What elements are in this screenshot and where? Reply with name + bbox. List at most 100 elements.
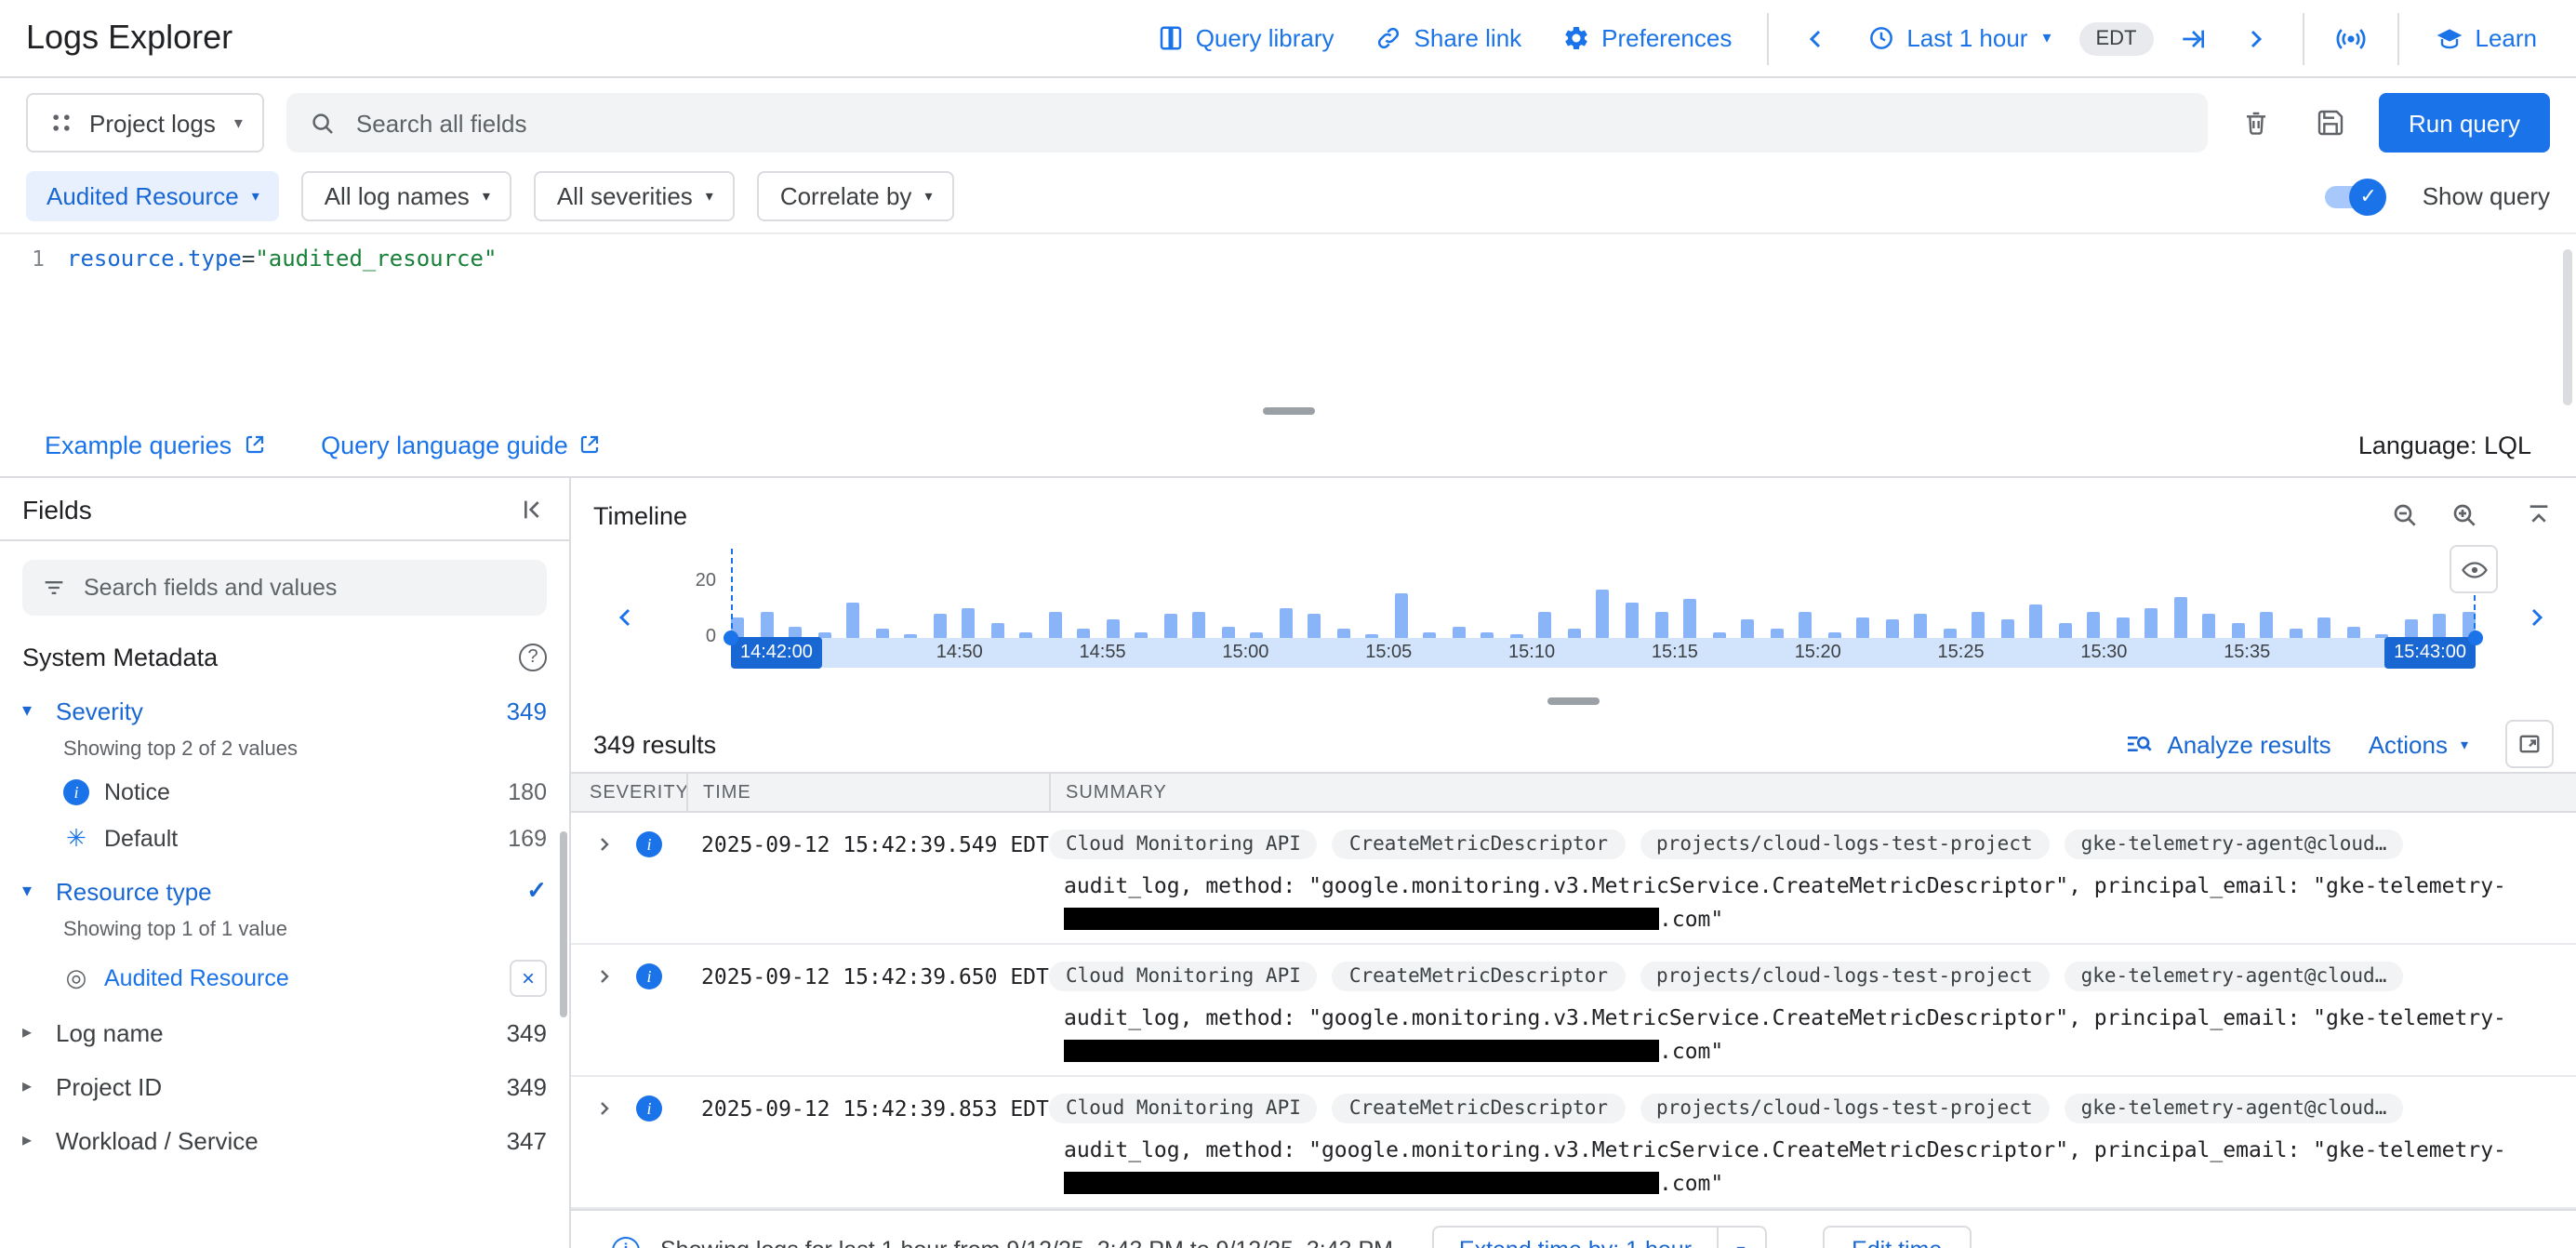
summary-chip[interactable]: Cloud Monitoring API [1049, 830, 1318, 859]
histogram-bar[interactable] [933, 614, 946, 638]
summary-chip[interactable]: CreateMetricDescriptor [1333, 1094, 1625, 1123]
histogram-bar[interactable] [2029, 604, 2042, 638]
histogram-bar[interactable] [1337, 629, 1350, 638]
field-group-resource-type[interactable]: ▾Resource type✓ [0, 863, 569, 919]
preferences-button[interactable]: Preferences [1549, 12, 1745, 64]
log-row[interactable]: i2025-09-12 15:42:39.549 EDTCloud Monito… [571, 813, 2576, 945]
expand-results-button[interactable] [2505, 720, 2554, 768]
learn-button[interactable]: Learn [2422, 12, 2551, 64]
remove-filter-button[interactable]: × [510, 960, 547, 997]
histogram-bar[interactable] [1222, 627, 1235, 638]
histogram-bar[interactable] [2058, 623, 2071, 638]
summary-chip[interactable]: CreateMetricDescriptor [1333, 962, 1625, 991]
column-header-severity[interactable]: SEVERITY [571, 774, 686, 811]
range-start-chip[interactable]: 14:42:00 [731, 637, 822, 669]
histogram-bar[interactable] [1048, 612, 1061, 638]
histogram-bar[interactable] [760, 612, 773, 638]
histogram-bar[interactable] [1626, 603, 1639, 638]
collapse-fields-panel-button[interactable] [517, 494, 547, 524]
summary-chip[interactable]: gke-telemetry-agent@cloud… [2065, 962, 2404, 991]
run-query-button[interactable]: Run query [2379, 93, 2550, 153]
field-value-audited-resource[interactable]: ◎Audited Resource× [0, 950, 569, 1006]
timeline-axis-band[interactable]: 14:42:00 15:43:00 14:5014:5515:0015:0515… [731, 638, 2476, 668]
summary-chip[interactable]: gke-telemetry-agent@cloud… [2065, 1094, 2404, 1123]
timeline-resize-handle[interactable] [1547, 697, 1600, 705]
histogram-bar[interactable] [1885, 619, 1898, 638]
time-back-button[interactable] [1791, 14, 1839, 62]
editor-resize-handle[interactable] [1262, 407, 1314, 415]
field-value-notice[interactable]: iNotice180 [0, 770, 569, 815]
fields-search-input[interactable]: Search fields and values [22, 560, 547, 616]
summary-chip[interactable]: projects/cloud-logs-test-project [1640, 830, 2050, 859]
histogram-bar[interactable] [1568, 629, 1581, 638]
selection-end-handle[interactable] [2468, 631, 2483, 645]
histogram-bar[interactable] [2434, 614, 2447, 638]
summary-chip[interactable]: gke-telemetry-agent@cloud… [2065, 830, 2404, 859]
log-row[interactable]: i2025-09-12 15:42:39.650 EDTCloud Monito… [571, 945, 2576, 1077]
histogram-bar[interactable] [1972, 612, 1985, 638]
histogram-bar[interactable] [2087, 612, 2100, 638]
severity-filter-chip[interactable]: All severities▾ [535, 171, 736, 221]
expand-row-icon[interactable] [593, 1097, 616, 1120]
histogram-bar[interactable] [2261, 612, 2274, 638]
histogram-bar[interactable] [2290, 629, 2303, 638]
extend-time-dropdown[interactable]: ▾ [1716, 1228, 1764, 1248]
expand-row-icon[interactable] [593, 965, 616, 988]
summary-chip[interactable]: projects/cloud-logs-test-project [1640, 1094, 2050, 1123]
column-header-summary[interactable]: SUMMARY [1049, 774, 2576, 811]
histogram-bar[interactable] [2232, 623, 2245, 638]
timeline-pan-left-button[interactable] [604, 597, 645, 638]
summary-chip[interactable]: projects/cloud-logs-test-project [1640, 962, 2050, 991]
preview-visibility-button[interactable] [2450, 545, 2498, 593]
histogram-bar[interactable] [1308, 614, 1321, 638]
selection-start-line[interactable] [731, 549, 733, 638]
histogram-bar[interactable] [1280, 608, 1293, 638]
query-editor[interactable]: 1 resource.type="audited_resource" [0, 232, 2576, 418]
stream-logs-button[interactable] [2327, 14, 2375, 62]
help-icon[interactable]: ? [519, 644, 547, 671]
column-header-time[interactable]: TIME [686, 774, 1049, 811]
summary-chip[interactable]: Cloud Monitoring API [1049, 1094, 1318, 1123]
field-group-project-id[interactable]: ▸Project ID349 [0, 1060, 569, 1114]
query-library-button[interactable]: Query library [1144, 12, 1348, 64]
histogram-bar[interactable] [1163, 614, 1176, 638]
histogram-bar[interactable] [1799, 612, 1812, 638]
search-all-fields-input[interactable]: Search all fields [287, 93, 2208, 153]
summary-chip[interactable]: Cloud Monitoring API [1049, 962, 1318, 991]
field-group-workload-service[interactable]: ▸Workload / Service347 [0, 1114, 569, 1168]
histogram-bar[interactable] [962, 608, 975, 638]
histogram-bar[interactable] [2174, 597, 2187, 638]
query-code-line[interactable]: resource.type="audited_resource" [67, 234, 497, 418]
histogram-bar[interactable] [1914, 614, 1927, 638]
share-link-button[interactable]: Share link [1362, 12, 1535, 64]
histogram-bar[interactable] [846, 603, 859, 638]
selection-start-handle[interactable] [724, 631, 738, 645]
log-name-filter-chip[interactable]: All log names▾ [302, 171, 512, 221]
histogram-bar[interactable] [1856, 617, 1869, 638]
histogram-bar[interactable] [2000, 619, 2013, 638]
correlate-filter-chip[interactable]: Correlate by▾ [758, 171, 955, 221]
summary-chip[interactable]: CreateMetricDescriptor [1333, 830, 1625, 859]
clear-query-button[interactable] [2230, 97, 2282, 149]
histogram-bar[interactable] [2405, 619, 2418, 638]
histogram-bar[interactable] [1106, 619, 1119, 638]
histogram-bar[interactable] [2117, 617, 2130, 638]
analyze-results-button[interactable]: Analyze results [2124, 729, 2330, 759]
save-query-button[interactable] [2304, 97, 2357, 149]
field-value-default[interactable]: ✳Default169 [0, 815, 569, 863]
show-query-toggle[interactable]: ✓ [2326, 185, 2382, 207]
histogram-bar[interactable] [2318, 617, 2331, 638]
jump-to-now-button[interactable] [2169, 14, 2217, 62]
histogram-bar[interactable] [1539, 612, 1552, 638]
field-group-severity[interactable]: ▾Severity349 [0, 684, 569, 738]
histogram-bar[interactable] [2347, 627, 2360, 638]
histogram-bar[interactable] [1395, 593, 1408, 638]
timeline-pan-right-button[interactable] [2516, 597, 2557, 638]
field-group-log-name[interactable]: ▸Log name349 [0, 1006, 569, 1060]
zoom-in-button[interactable] [2450, 500, 2479, 530]
histogram-bar[interactable] [1654, 612, 1667, 638]
expand-row-icon[interactable] [593, 833, 616, 856]
histogram-bar[interactable] [990, 623, 1003, 638]
query-language-guide-link[interactable]: Query language guide [321, 431, 602, 458]
histogram-bar[interactable] [1943, 629, 1956, 638]
